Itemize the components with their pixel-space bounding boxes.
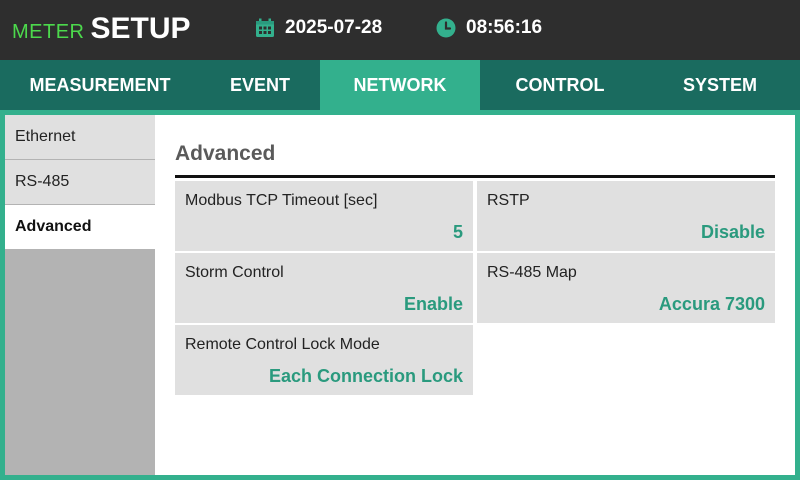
setting-label: Modbus TCP Timeout [sec] <box>185 192 378 209</box>
tab-event[interactable]: EVENT <box>200 60 320 110</box>
section-divider <box>175 175 775 178</box>
sidebar-item-rs485[interactable]: RS-485 <box>5 160 155 204</box>
setting-rs485-map[interactable]: RS-485 Map Accura 7300 <box>477 253 775 323</box>
tab-system[interactable]: SYSTEM <box>640 60 800 110</box>
section-title: Advanced <box>175 142 276 165</box>
setting-value: Enable <box>403 294 463 314</box>
setting-value: 5 <box>452 222 463 242</box>
date-text: 2025-07-28 <box>285 17 383 38</box>
time-display: 08:56:16 <box>436 17 542 39</box>
setting-value: Disable <box>700 222 765 242</box>
tab-control[interactable]: CONTROL <box>480 60 640 110</box>
app-title: METER SETUP <box>12 12 191 46</box>
setting-value: Accura 7300 <box>658 294 765 314</box>
setting-value: Each Connection Lock <box>268 366 463 386</box>
tab-measurement[interactable]: MEASUREMENT <box>0 60 200 110</box>
tab-bar: MEASUREMENT EVENT NETWORK CONTROL SYSTEM <box>0 60 800 110</box>
settings-grid: Modbus TCP Timeout [sec] 5 RSTP Disable … <box>175 181 775 395</box>
setting-rstp[interactable]: RSTP Disable <box>477 181 775 251</box>
header-bar: METER SETUP 2025-07-28 08:56:16 <box>0 0 800 60</box>
setting-modbus-tcp-timeout[interactable]: Modbus TCP Timeout [sec] 5 <box>175 181 473 251</box>
setting-label: RSTP <box>487 192 530 209</box>
brand-meter-text: METER <box>12 21 85 43</box>
setting-label: Remote Control Lock Mode <box>185 336 380 353</box>
tab-network[interactable]: NETWORK <box>320 60 480 110</box>
setting-storm-control[interactable]: Storm Control Enable <box>175 253 473 323</box>
sidebar: Ethernet RS-485 Advanced <box>5 115 155 475</box>
sidebar-item-ethernet[interactable]: Ethernet <box>5 115 155 159</box>
sidebar-item-advanced[interactable]: Advanced <box>5 205 155 249</box>
time-text: 08:56:16 <box>466 17 543 38</box>
clock-icon <box>436 18 456 38</box>
setting-label: Storm Control <box>185 264 284 281</box>
setting-label: RS-485 Map <box>487 264 577 281</box>
brand-setup-text: SETUP <box>90 12 191 45</box>
date-display: 2025-07-28 <box>255 17 382 39</box>
calendar-icon <box>256 18 274 37</box>
content-panel: Ethernet RS-485 Advanced Advanced Modbus… <box>5 115 795 475</box>
setting-remote-control-lock-mode[interactable]: Remote Control Lock Mode Each Connection… <box>175 325 473 395</box>
content-frame: Ethernet RS-485 Advanced Advanced Modbus… <box>0 110 800 480</box>
